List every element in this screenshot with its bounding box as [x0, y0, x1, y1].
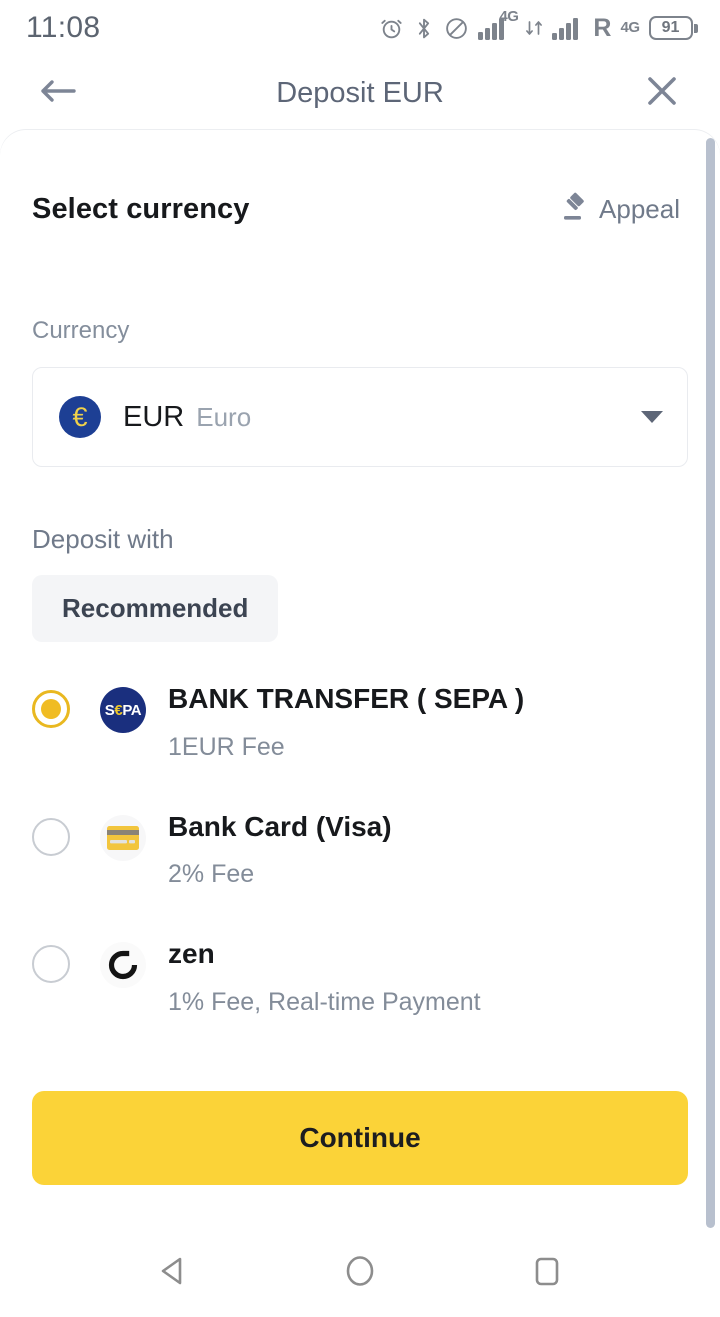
nav-back-triangle-icon	[158, 1255, 188, 1292]
tab-recommended[interactable]: Recommended	[32, 575, 279, 642]
network-tag-primary: 4G	[499, 8, 519, 25]
close-icon	[645, 74, 679, 113]
currency-code: EUR	[123, 400, 185, 433]
method-option-bank-card-visa[interactable]: Bank Card (Visa) 2% Fee	[32, 796, 688, 902]
method-text-zen: zen 1% Fee, Real-time Payment	[168, 935, 481, 1017]
appeal-button[interactable]: Appeal	[557, 192, 688, 227]
credit-card-icon	[100, 814, 146, 861]
method-title: Bank Card (Visa)	[168, 810, 392, 842]
battery-level: 91	[661, 19, 680, 36]
method-subtitle: 1EUR Fee	[168, 732, 285, 761]
status-time: 11:08	[26, 11, 101, 44]
deposit-with-label: Deposit with	[32, 524, 174, 554]
chevron-down-icon	[641, 411, 663, 423]
arrow-left-icon	[38, 76, 78, 111]
data-transfer-icon	[525, 17, 543, 39]
nav-home-circle-icon	[344, 1254, 376, 1293]
sepa-logo-icon: S€PA	[100, 687, 146, 733]
content-sheet: Select currency Appeal Currency € EUR Eu…	[0, 130, 720, 1317]
radio-bank-transfer-sepa[interactable]	[32, 690, 70, 728]
signal-bars-secondary-icon	[552, 16, 584, 40]
currency-field-label: Currency	[32, 317, 130, 344]
radio-bank-card-visa[interactable]	[32, 817, 70, 856]
close-button[interactable]	[638, 69, 686, 117]
bluetooth-icon	[413, 16, 435, 41]
radio-zen[interactable]	[32, 945, 70, 984]
method-text-bank-card-visa: Bank Card (Visa) 2% Fee	[168, 808, 392, 890]
network-tag-secondary: 4G	[620, 18, 640, 36]
zen-logo-icon	[100, 942, 146, 989]
status-icons: 4G R 4G 91	[379, 9, 698, 42]
gavel-icon	[557, 192, 587, 227]
continue-button[interactable]: Continue	[32, 1090, 688, 1185]
method-text-bank-transfer-sepa: BANK TRANSFER ( SEPA ) 1EUR Fee	[168, 680, 524, 762]
app-bar: Deposit EUR	[0, 56, 720, 130]
nav-recents-square-icon	[532, 1255, 562, 1292]
currency-select[interactable]: € EUR Euro	[32, 367, 688, 467]
android-nav-bar	[0, 1230, 720, 1317]
method-option-zen[interactable]: zen 1% Fee, Real-time Payment	[32, 923, 688, 1029]
method-subtitle: 2% Fee	[168, 860, 255, 889]
section-header: Select currency Appeal	[32, 130, 688, 227]
payment-method-list: S€PA BANK TRANSFER ( SEPA ) 1EUR Fee Ban…	[32, 668, 688, 1029]
method-title: BANK TRANSFER ( SEPA )	[168, 683, 525, 714]
currency-name: Euro	[196, 401, 252, 432]
back-button[interactable]	[34, 69, 82, 117]
nav-home-button[interactable]	[325, 1239, 395, 1309]
battery-icon: 91	[648, 16, 698, 40]
deposit-tabs: Recommended	[32, 555, 688, 642]
status-bar: 11:08 4G R 4G 91	[0, 0, 720, 56]
euro-badge-icon: €	[59, 396, 101, 438]
signal-bars-icon: 4G	[478, 9, 519, 40]
method-title: zen	[168, 938, 215, 970]
alarm-icon	[379, 16, 404, 41]
do-not-disturb-icon	[444, 16, 469, 41]
page-title: Deposit EUR	[276, 76, 444, 109]
appeal-label: Appeal	[599, 194, 680, 224]
method-option-bank-transfer-sepa[interactable]: S€PA BANK TRANSFER ( SEPA ) 1EUR Fee	[32, 668, 688, 774]
roaming-icon: R	[593, 13, 612, 42]
method-subtitle: 1% Fee, Real-time Payment	[168, 987, 481, 1016]
nav-recents-button[interactable]	[512, 1239, 582, 1309]
nav-back-button[interactable]	[138, 1239, 208, 1309]
section-title: Select currency	[32, 193, 250, 225]
vertical-scrollbar[interactable]	[706, 138, 715, 1228]
